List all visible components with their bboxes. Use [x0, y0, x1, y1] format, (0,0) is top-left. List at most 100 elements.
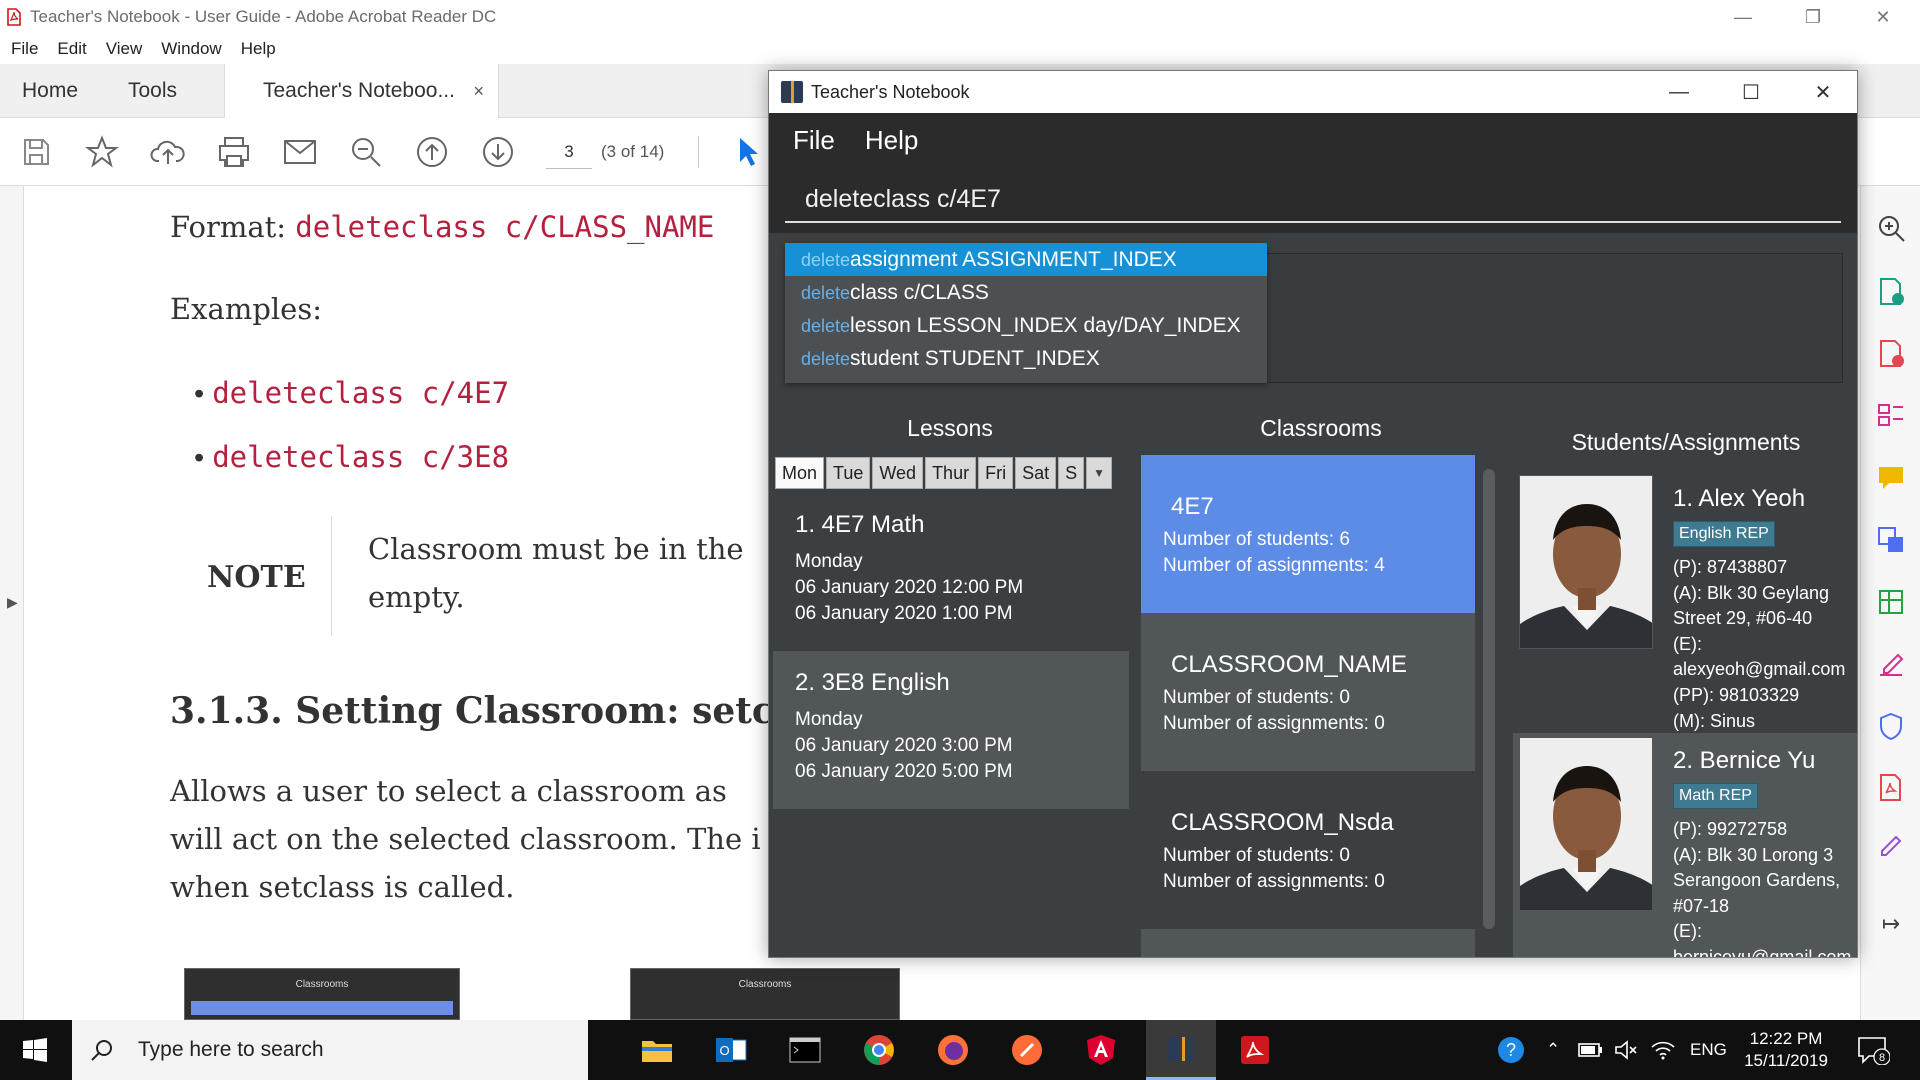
page-number-input[interactable]: 3: [546, 135, 592, 169]
tab-close-icon[interactable]: ×: [473, 81, 484, 102]
notification-center-icon[interactable]: 8: [1856, 1020, 1890, 1080]
protect-shield-icon[interactable]: [1871, 706, 1911, 746]
taskbar-clock[interactable]: 12:22 PM 15/11/2019: [1736, 1028, 1836, 1072]
save-icon[interactable]: [16, 132, 56, 172]
menu-view[interactable]: View: [106, 39, 143, 59]
day-tabs: Mon Tue Wed Thur Fri Sat S ▼: [775, 457, 1113, 489]
tab-day[interactable]: Sat: [1015, 457, 1057, 489]
classrooms-scrollbar[interactable]: [1483, 469, 1495, 929]
tab-day[interactable]: Mon: [775, 457, 825, 489]
language-indicator[interactable]: ENG: [1690, 1020, 1727, 1080]
angular-icon[interactable]: [1066, 1020, 1136, 1080]
body-paragraph: Allows a user to select a classroom as: [170, 774, 727, 808]
terminal-icon[interactable]: [770, 1020, 840, 1080]
upload-cloud-icon[interactable]: [148, 132, 188, 172]
chevron-up-icon[interactable]: ⌃: [1546, 1020, 1560, 1080]
acrobat-taskbar-icon[interactable]: [1220, 1020, 1290, 1080]
suggestion-item[interactable]: deletestudent STUDENT_INDEX: [785, 342, 1267, 375]
menu-help[interactable]: Help: [241, 39, 276, 59]
student-tag: Math REP: [1673, 783, 1758, 809]
lesson-title: 2. 3E8 English: [795, 669, 950, 696]
edit-pdf-icon[interactable]: [1871, 520, 1911, 560]
close-icon[interactable]: ✕: [1848, 0, 1918, 34]
menu-help[interactable]: Help: [865, 125, 918, 156]
student-email: berniceyu@gmail.com: [1673, 947, 1852, 958]
example-item: • deleteclass c/3E8: [194, 440, 509, 475]
student-card[interactable]: 2. Bernice Yu Math REP (P): 99272758 (A)…: [1513, 733, 1857, 958]
minimize-icon[interactable]: —: [1643, 71, 1715, 113]
organize-pages-icon[interactable]: [1871, 396, 1911, 436]
minimize-icon[interactable]: —: [1708, 0, 1778, 34]
next-page-icon[interactable]: [478, 132, 518, 172]
acrobat-menu-bar: File Edit View Window Help: [0, 34, 1920, 64]
zoom-in-icon[interactable]: [1871, 208, 1911, 248]
email-icon[interactable]: [280, 132, 320, 172]
svg-text:O: O: [719, 1043, 729, 1058]
acrobat-title-bar: Teacher's Notebook - User Guide - Adobe …: [0, 0, 1920, 34]
bullet-dot: •: [194, 378, 213, 410]
print-icon[interactable]: [214, 132, 254, 172]
collapse-pane-icon[interactable]: ↦: [1871, 904, 1911, 944]
maximize-icon[interactable]: ☐: [1715, 71, 1787, 113]
close-icon[interactable]: ✕: [1787, 71, 1857, 113]
classroom-students: Number of students: 6: [1163, 529, 1350, 550]
lesson-card[interactable]: 1. 4E7 Math Monday 06 January 2020 12:00…: [773, 493, 1129, 651]
tab-document[interactable]: Teacher's Noteboo... ×: [224, 64, 499, 118]
tab-day[interactable]: Wed: [872, 457, 924, 489]
outlook-icon[interactable]: O: [696, 1020, 766, 1080]
tab-home[interactable]: Home: [22, 64, 78, 118]
comment-icon[interactable]: [1871, 458, 1911, 498]
classroom-card[interactable]: 4E7 Number of students: 6 Number of assi…: [1141, 455, 1475, 613]
autocomplete-dropdown: deleteassignment ASSIGNMENT_INDEX delete…: [785, 243, 1267, 383]
help-tray-icon[interactable]: ?: [1496, 1020, 1526, 1080]
menu-file[interactable]: File: [793, 125, 835, 156]
tab-overflow-icon[interactable]: ▼: [1086, 457, 1113, 489]
teachers-notebook-taskbar-icon[interactable]: [1146, 1020, 1216, 1080]
student-card[interactable]: 1. Alex Yeoh English REP (P): 87438807 (…: [1513, 471, 1857, 733]
student-phone: (P): 87438807: [1673, 557, 1788, 577]
command-input[interactable]: deleteclass c/4E7: [785, 175, 1841, 223]
convert-excel-icon[interactable]: [1871, 582, 1911, 622]
file-explorer-icon[interactable]: [622, 1020, 692, 1080]
postman-icon[interactable]: [992, 1020, 1062, 1080]
firefox-icon[interactable]: [918, 1020, 988, 1080]
note-text: empty.: [368, 580, 465, 614]
tab-day[interactable]: Fri: [978, 457, 1014, 489]
classroom-card[interactable]: CLASSROOM_NAME Number of students: 0 Num…: [1141, 613, 1475, 771]
battery-icon[interactable]: [1578, 1020, 1604, 1080]
restore-icon[interactable]: ❐: [1778, 0, 1848, 34]
lesson-card[interactable]: 2. 3E8 English Monday 06 January 2020 3:…: [773, 651, 1129, 809]
create-pdf-icon[interactable]: [1871, 334, 1911, 374]
tab-day[interactable]: S: [1058, 457, 1085, 489]
navigation-pane-toggle[interactable]: ▶: [0, 186, 24, 1020]
tab-day[interactable]: Tue: [826, 457, 871, 489]
classroom-card[interactable]: CLASSROOM_Nsda Number of students: 0 Num…: [1141, 771, 1475, 929]
edit-pen-icon[interactable]: [1871, 826, 1911, 866]
acrobat-pdf-icon[interactable]: [1871, 768, 1911, 808]
select-cursor-icon[interactable]: [728, 132, 768, 172]
fill-sign-icon[interactable]: [1871, 644, 1911, 684]
suggestion-item[interactable]: deletelesson LESSON_INDEX day/DAY_INDEX: [785, 309, 1267, 342]
menu-edit[interactable]: Edit: [57, 39, 86, 59]
menu-window[interactable]: Window: [161, 39, 221, 59]
bookmark-star-icon[interactable]: [82, 132, 122, 172]
student-address: Serangoon Gardens,: [1673, 870, 1841, 890]
section-heading: 3.1.3. Setting Classroom: setcla: [170, 690, 811, 732]
zoom-search-icon[interactable]: [346, 132, 386, 172]
page-count: (3 of 14): [601, 142, 665, 161]
suggestion-item[interactable]: deleteassignment ASSIGNMENT_INDEX: [785, 243, 1267, 276]
volume-muted-icon[interactable]: [1614, 1020, 1638, 1080]
chrome-icon[interactable]: [844, 1020, 914, 1080]
wifi-icon[interactable]: [1650, 1020, 1676, 1080]
students-title: Students/Assignments: [1571, 429, 1801, 455]
windows-start-icon[interactable]: [0, 1020, 70, 1080]
previous-page-icon[interactable]: [412, 132, 452, 172]
menu-file[interactable]: File: [11, 39, 38, 59]
tab-tools[interactable]: Tools: [128, 64, 177, 118]
export-pdf-icon[interactable]: [1871, 272, 1911, 312]
classroom-card[interactable]: [1141, 929, 1475, 957]
tab-day[interactable]: Thur: [925, 457, 977, 489]
taskbar-search-box[interactable]: Type here to search: [72, 1020, 588, 1080]
classroom-assignments: Number of assignments: 0: [1163, 713, 1385, 734]
suggestion-item[interactable]: deleteclass c/CLASS: [785, 276, 1267, 309]
